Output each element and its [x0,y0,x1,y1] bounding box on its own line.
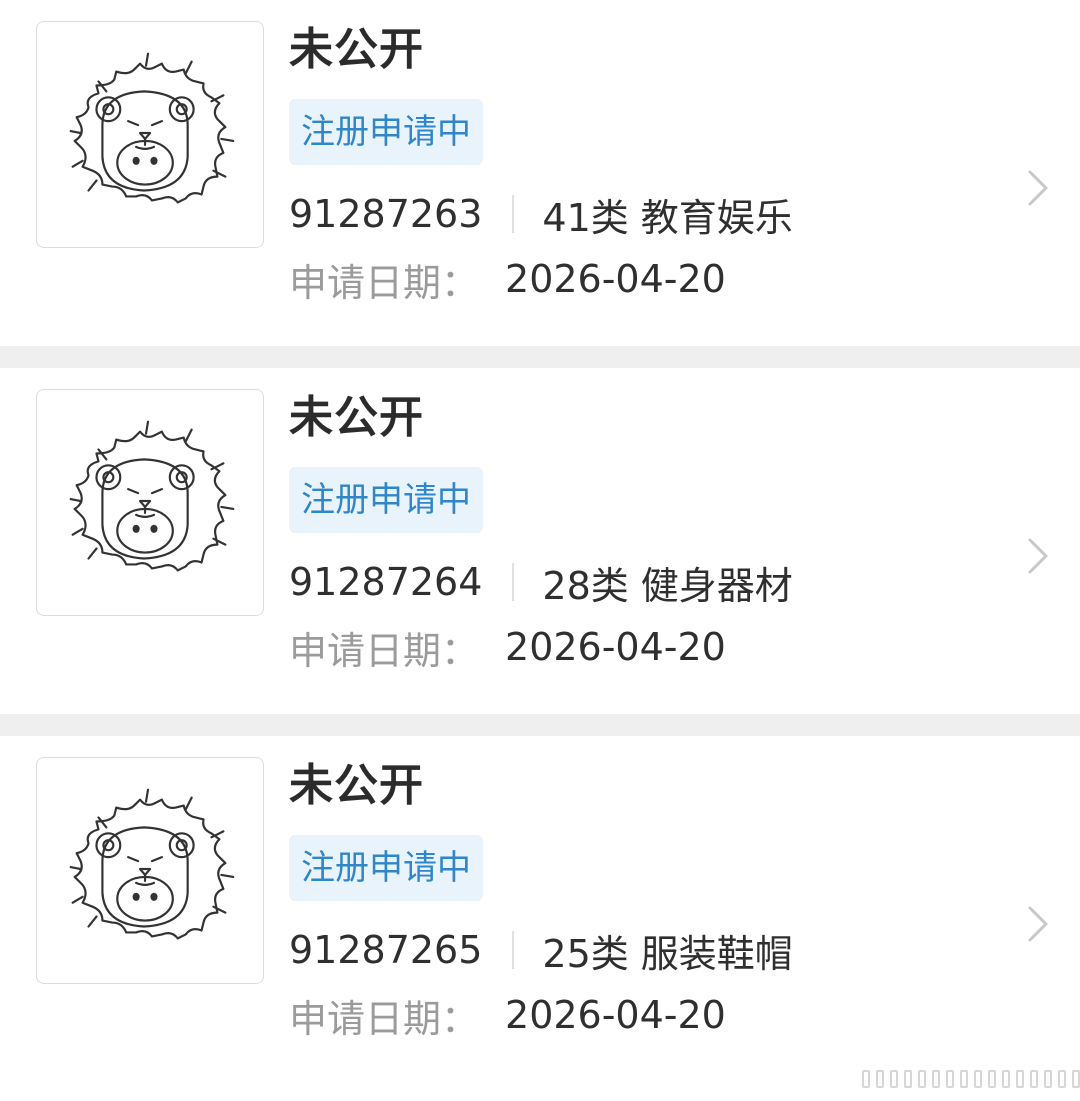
class-number: 41类 [542,195,629,240]
trademark-list: 未公开 注册申请中 91287263 41类 教育娱乐 申请日期： 2026-0… [0,0,1080,1082]
meta-divider [512,931,515,969]
meta-divider [512,195,515,233]
trademark-meta-row: 91287265 25类 服装鞋帽 [289,922,793,978]
chevron-right-icon[interactable] [1026,168,1050,208]
class-name: 健身器材 [640,563,793,608]
lion-mascot-logo [69,52,235,204]
trademark-meta-row: 91287264 28类 健身器材 [289,554,793,610]
trademark-name: 未公开 [289,392,424,443]
class-name: 教育娱乐 [640,195,793,240]
chevron-right-icon[interactable] [1026,904,1050,944]
status-badge: 注册申请中 [289,835,483,901]
watermark-bar [1044,1070,1052,1088]
application-date-label: 申请日期： [289,628,480,673]
watermark-bar [1072,1070,1080,1088]
application-date-label: 申请日期： [289,260,480,305]
card-separator [0,714,1080,736]
trademark-card[interactable]: 未公开 注册申请中 91287265 25类 服装鞋帽 申请日期： 2026-0… [0,736,1080,1082]
registration-number: 91287265 [289,928,483,972]
application-date-value: 2026-04-20 [505,257,726,301]
watermark-bar [876,1070,884,1088]
status-badge: 注册申请中 [289,99,483,165]
watermark-bar [1016,1070,1024,1088]
watermark-bar [918,1070,926,1088]
chevron-right-icon[interactable] [1026,536,1050,576]
registration-number: 91287263 [289,192,483,236]
lion-mascot-logo [69,788,235,940]
application-date-row: 申请日期： 2026-04-20 [289,987,726,1043]
application-date-row: 申请日期： 2026-04-20 [289,619,726,675]
status-badge: 注册申请中 [289,467,483,533]
trademark-name: 未公开 [289,760,424,811]
trademark-logo-image [36,757,264,984]
watermark-bar [1058,1070,1066,1088]
watermark-bar [988,1070,996,1088]
watermark-bar [946,1070,954,1088]
application-date-value: 2026-04-20 [505,625,726,669]
class-name: 服装鞋帽 [640,931,793,976]
card-separator [0,346,1080,368]
watermark [862,1070,1080,1088]
trademark-card[interactable]: 未公开 注册申请中 91287263 41类 教育娱乐 申请日期： 2026-0… [0,0,1080,346]
watermark-bar [1030,1070,1038,1088]
class-number: 25类 [542,931,629,976]
watermark-bar [1002,1070,1010,1088]
trademark-logo-image [36,21,264,248]
trademark-name: 未公开 [289,24,424,75]
watermark-bar [904,1070,912,1088]
application-date-value: 2026-04-20 [505,993,726,1037]
lion-mascot-logo [69,420,235,572]
watermark-bar [890,1070,898,1088]
trademark-card[interactable]: 未公开 注册申请中 91287264 28类 健身器材 申请日期： 2026-0… [0,368,1080,714]
class-number: 28类 [542,563,629,608]
meta-divider [512,563,515,601]
watermark-bar [974,1070,982,1088]
trademark-meta-row: 91287263 41类 教育娱乐 [289,186,793,242]
application-date-row: 申请日期： 2026-04-20 [289,251,726,307]
trademark-logo-image [36,389,264,616]
watermark-bar [960,1070,968,1088]
watermark-bar [862,1070,870,1088]
registration-number: 91287264 [289,560,483,604]
application-date-label: 申请日期： [289,996,480,1041]
watermark-bar [932,1070,940,1088]
